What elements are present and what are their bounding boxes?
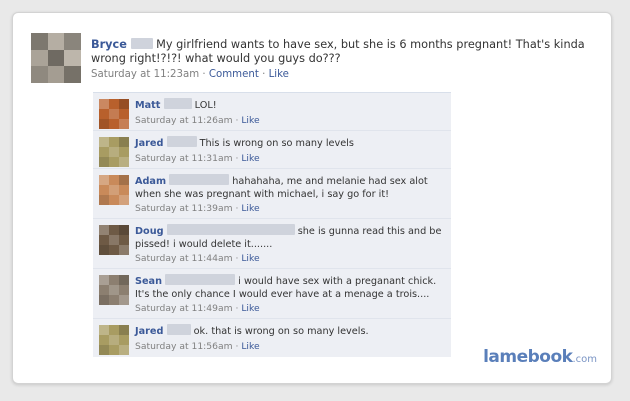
- commenter-avatar[interactable]: [99, 325, 129, 355]
- comment-item: Sean i would have sex with a preganant c…: [93, 269, 451, 319]
- comment-item: Jared ok. that is wrong on so many level…: [93, 319, 451, 357]
- commenter-avatar[interactable]: [99, 225, 129, 255]
- like-link[interactable]: Like: [269, 69, 289, 80]
- comment-meta: Saturday at 11:49am · Like: [135, 303, 445, 314]
- separator: ·: [235, 253, 239, 264]
- author-avatar[interactable]: [31, 33, 81, 83]
- post-timestamp[interactable]: Saturday at 11:23am: [91, 69, 199, 80]
- redaction-bar: [163, 98, 192, 109]
- comment-content: Jared ok. that is wrong on so many level…: [135, 324, 445, 339]
- comment-like-link[interactable]: Like: [241, 303, 259, 314]
- comment-timestamp[interactable]: Saturday at 11:56am: [135, 341, 233, 352]
- post-author-name[interactable]: Bryce: [91, 38, 127, 51]
- comment-text: ok. that is wrong on so many levels.: [193, 326, 369, 337]
- separator: ·: [235, 203, 239, 214]
- comment-timestamp[interactable]: Saturday at 11:44am: [135, 253, 233, 264]
- commenter-name[interactable]: Jared: [135, 138, 163, 149]
- separator: ·: [235, 303, 239, 314]
- comment-timestamp[interactable]: Saturday at 11:31am: [135, 153, 233, 164]
- commenter-name[interactable]: Jared: [135, 326, 163, 337]
- post-meta: Saturday at 11:23am · Comment · Like: [91, 68, 596, 81]
- comment-like-link[interactable]: Like: [241, 153, 259, 164]
- post-text: My girlfriend wants to have sex, but she…: [91, 38, 585, 65]
- separator: ·: [202, 69, 206, 80]
- redaction-bar: [169, 174, 230, 185]
- comment-text: This is wrong on so many levels: [199, 138, 354, 149]
- comment-item: Adam hahahaha, me and melanie had sex al…: [93, 169, 451, 219]
- comment-item: Matt LOL! Saturday at 11:26am · Like: [93, 93, 451, 131]
- comment-link[interactable]: Comment: [209, 69, 259, 80]
- commenter-avatar[interactable]: [99, 175, 129, 205]
- redaction-bar: [166, 136, 197, 147]
- commenter-name[interactable]: Doug: [135, 226, 164, 237]
- separator: ·: [235, 152, 239, 164]
- comment-meta: Saturday at 11:39am · Like: [135, 203, 445, 214]
- comment-meta: Saturday at 11:31am · Like: [135, 153, 445, 164]
- commenter-avatar[interactable]: [99, 99, 129, 129]
- redaction-bar: [166, 224, 295, 235]
- redaction-bar: [165, 274, 236, 285]
- separator: ·: [235, 340, 239, 352]
- comment-meta: Saturday at 11:56am · Like: [135, 341, 445, 352]
- redaction-bar: [166, 324, 191, 335]
- separator: ·: [235, 114, 239, 126]
- comment-like-link[interactable]: Like: [241, 341, 259, 352]
- comment-timestamp[interactable]: Saturday at 11:26am: [135, 115, 233, 126]
- commenter-avatar[interactable]: [99, 275, 129, 305]
- comment-timestamp[interactable]: Saturday at 11:39am: [135, 203, 233, 214]
- comment-meta: Saturday at 11:44am · Like: [135, 253, 445, 264]
- comment-list: Matt LOL! Saturday at 11:26am · Like Jared…: [93, 92, 451, 357]
- comment-item: Jared This is wrong on so many levels Sat…: [93, 131, 451, 169]
- post-body: Bryce My girlfriend wants to have sex, b…: [91, 38, 596, 81]
- commenter-name[interactable]: Sean: [135, 276, 162, 287]
- comment-text: LOL!: [194, 100, 217, 111]
- comment-meta: Saturday at 11:26am · Like: [135, 115, 445, 126]
- separator: ·: [262, 69, 266, 80]
- commenter-name[interactable]: Adam: [135, 176, 166, 187]
- commenter-name[interactable]: Matt: [135, 100, 160, 111]
- comment-content: Jared This is wrong on so many levels: [135, 136, 445, 151]
- comment-like-link[interactable]: Like: [241, 203, 259, 214]
- comment-like-link[interactable]: Like: [241, 253, 259, 264]
- comment-like-link[interactable]: Like: [241, 115, 259, 126]
- comment-content: Doug she is gunna read this and be pisse…: [135, 224, 445, 251]
- redaction-bar: [130, 38, 153, 49]
- commenter-avatar[interactable]: [99, 137, 129, 167]
- comment-item: Doug she is gunna read this and be pisse…: [93, 219, 451, 269]
- lamebook-logo: lamebook.com: [483, 347, 597, 367]
- comment-content: Sean i would have sex with a preganant c…: [135, 274, 445, 301]
- comment-content: Adam hahahaha, me and melanie had sex al…: [135, 174, 445, 201]
- post-card: Bryce My girlfriend wants to have sex, b…: [12, 12, 612, 384]
- comment-content: Matt LOL!: [135, 98, 445, 113]
- comment-timestamp[interactable]: Saturday at 11:49am: [135, 303, 233, 314]
